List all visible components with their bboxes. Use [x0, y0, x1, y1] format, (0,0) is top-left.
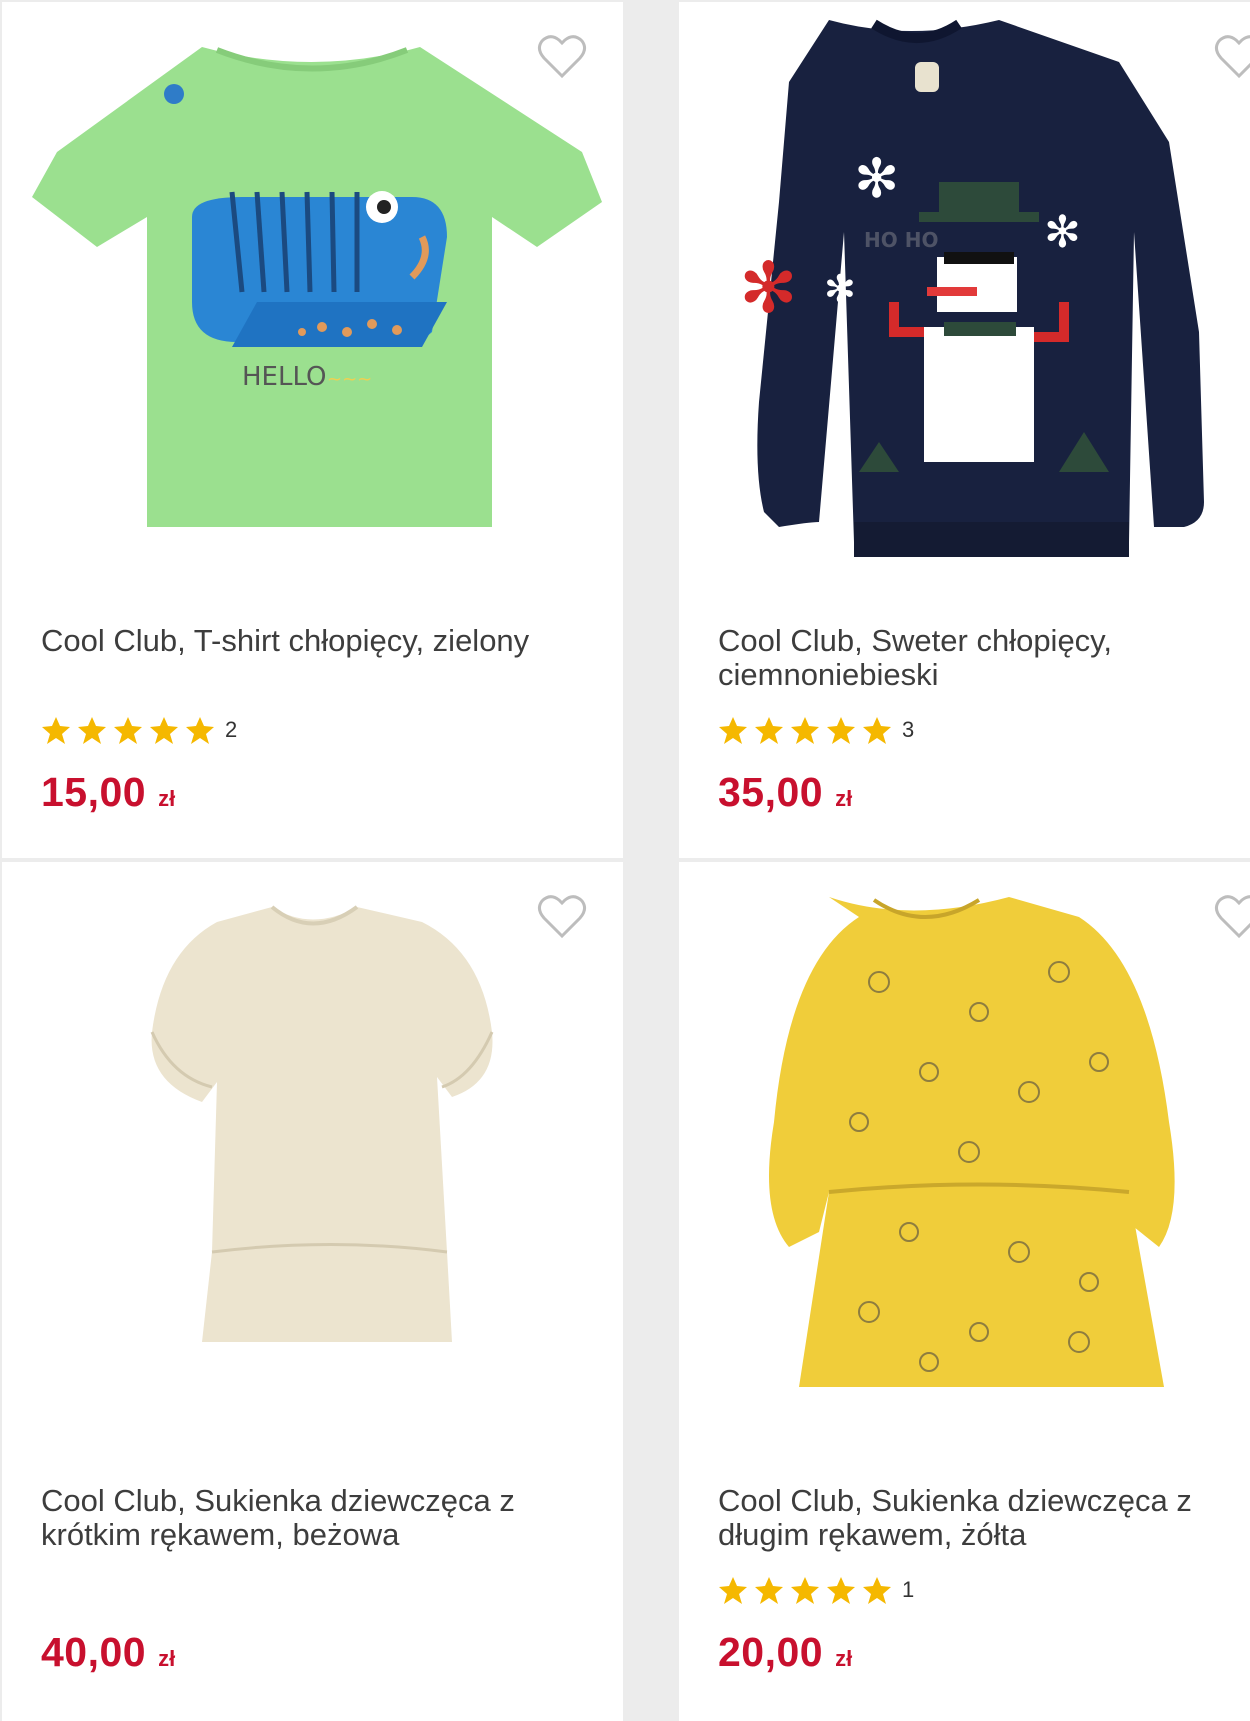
product-card[interactable]: HELLO ~~~ Cool Club, T-shirt chłopięcy, …	[2, 2, 623, 858]
price-currency: zł	[158, 1646, 176, 1671]
svg-text:✻: ✻	[854, 147, 899, 210]
price: 15,00 zł	[41, 769, 175, 816]
star-icon	[827, 717, 855, 744]
star-icon	[719, 717, 747, 744]
product-card[interactable]: ✻ ✻ ✻ ✻ ✻ HO HO Cool Club, Sweter chłopi…	[679, 2, 1250, 858]
product-image-green-tshirt[interactable]: HELLO ~~~	[2, 2, 623, 592]
price: 35,00 zł	[718, 769, 852, 816]
price: 40,00 zł	[41, 1629, 175, 1676]
star-icon	[719, 1577, 747, 1604]
product-card[interactable]: Cool Club, Sukienka dziewczęca z krótkim…	[2, 862, 623, 1721]
star-icon	[78, 717, 106, 744]
star-icon	[42, 717, 70, 744]
star-icon	[755, 717, 783, 744]
price-amount: 20,00	[718, 1629, 824, 1675]
product-image-yellow-dress[interactable]	[679, 862, 1250, 1452]
heart-icon[interactable]	[536, 892, 588, 940]
price-currency: zł	[835, 786, 853, 811]
rating: 1	[718, 1574, 914, 1606]
print-text: HELLO	[242, 362, 327, 392]
price-currency: zł	[158, 786, 176, 811]
star-icon	[186, 717, 214, 744]
review-count: 2	[225, 717, 238, 742]
star-icon	[150, 717, 178, 744]
svg-text:✻: ✻	[1044, 207, 1081, 258]
rating: 3	[718, 714, 914, 746]
heart-icon[interactable]	[1213, 32, 1250, 80]
price-amount: 35,00	[718, 769, 824, 815]
rating: 2	[41, 714, 237, 746]
svg-text:✻: ✻	[739, 247, 798, 329]
price-amount: 15,00	[41, 769, 147, 815]
svg-text:✻: ✻	[1199, 257, 1250, 339]
svg-text:✻: ✻	[824, 267, 856, 311]
price-amount: 40,00	[41, 1629, 147, 1675]
price: 20,00 zł	[718, 1629, 852, 1676]
star-icon	[755, 1577, 783, 1604]
review-count: 3	[902, 717, 915, 742]
svg-text:~~~: ~~~	[327, 369, 372, 390]
product-card[interactable]: Cool Club, Sukienka dziewczęca z długim …	[679, 862, 1250, 1721]
star-icon	[863, 717, 891, 744]
review-count: 1	[902, 1577, 915, 1602]
star-icon	[114, 717, 142, 744]
star-icon	[791, 1577, 819, 1604]
heart-icon[interactable]	[1213, 892, 1250, 940]
product-title[interactable]: Cool Club, Sukienka dziewczęca z krótkim…	[41, 1484, 581, 1552]
star-icon	[791, 717, 819, 744]
product-title[interactable]: Cool Club, Sweter chłopięcy, ciemnoniebi…	[718, 624, 1250, 692]
product-title[interactable]: Cool Club, T-shirt chłopięcy, zielony	[41, 624, 581, 658]
price-currency: zł	[835, 1646, 853, 1671]
product-title[interactable]: Cool Club, Sukienka dziewczęca z długim …	[718, 1484, 1250, 1552]
print-text: HO HO	[864, 228, 938, 252]
star-icon	[827, 1577, 855, 1604]
product-image-beige-dress[interactable]	[2, 862, 623, 1452]
heart-icon[interactable]	[536, 32, 588, 80]
product-image-navy-sweater[interactable]: ✻ ✻ ✻ ✻ ✻ HO HO	[679, 2, 1250, 592]
star-icon	[863, 1577, 891, 1604]
